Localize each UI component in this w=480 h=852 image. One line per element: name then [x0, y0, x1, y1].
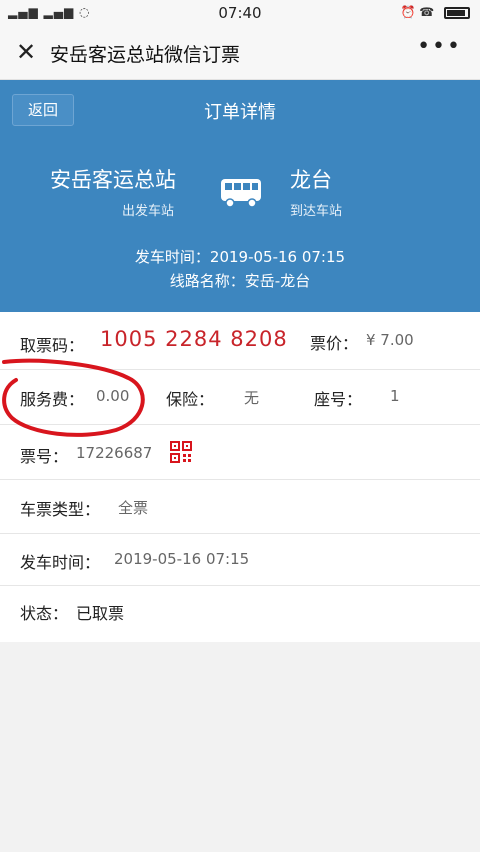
seat-label: 座号：	[314, 390, 363, 409]
arrival-station: 龙台	[290, 168, 332, 192]
status-value: 已取票	[76, 604, 125, 623]
page-title: 安岳客运总站微信订票	[50, 44, 241, 66]
status-row: 状态： 已取票	[0, 586, 480, 642]
insurance-value: 无	[244, 389, 260, 407]
depart-time-label: 发车时间：	[20, 553, 101, 572]
more-icon[interactable]: •••	[417, 34, 462, 59]
header-route-name: 线路名称：安岳-龙台	[169, 272, 311, 290]
status-icons: ⏰ ☎	[400, 5, 470, 19]
departure-station-label: 出发车站	[122, 204, 175, 219]
insurance-label: 保险：	[166, 390, 215, 409]
ticket-type-value: 全票	[118, 499, 149, 517]
ticket-number-label: 票号：	[20, 447, 69, 466]
header-depart-time: 发车时间：2019-05-16 07:15	[134, 248, 346, 266]
price-value: ¥ 7.00	[366, 331, 414, 349]
depart-time-value: 2019-05-16 07:15	[114, 550, 250, 568]
empty-area	[0, 642, 480, 852]
alarm-call-icon: ⏰ ☎	[400, 5, 435, 19]
ticket-number-value: 17226687	[76, 444, 153, 462]
close-icon[interactable]: ✕	[12, 36, 40, 68]
ticket-type-row: 车票类型： 全票	[0, 480, 480, 534]
depart-time-row: 发车时间： 2019-05-16 07:15	[0, 534, 480, 586]
fee-row: 服务费： 0.00 保险： 无 座号： 1	[0, 370, 480, 424]
price-label: 票价：	[310, 334, 359, 353]
order-detail-title: 订单详情	[204, 102, 276, 123]
ticket-code-value: 1005 2284 8208	[100, 327, 288, 351]
service-fee-label: 服务费：	[20, 390, 85, 409]
wechat-title-bar: ✕ 安岳客运总站微信订票 •••	[0, 26, 480, 80]
status-label: 状态：	[20, 604, 69, 623]
bus-icon	[221, 179, 261, 208]
status-bar: ▂▄▆ ▂▄▆ ◌ 07:40 ⏰ ☎	[0, 0, 480, 26]
seat-value: 1	[390, 387, 400, 405]
battery-icon	[444, 6, 470, 19]
qr-code-icon[interactable]	[170, 441, 192, 463]
departure-station: 安岳客运总站	[50, 168, 176, 192]
ticket-code-row: 取票码： 1005 2284 8208 票价： ¥ 7.00	[0, 312, 480, 370]
ticket-type-label: 车票类型：	[20, 500, 101, 519]
ticket-number-row: 票号： 17226687	[0, 424, 480, 480]
ticket-code-label: 取票码：	[20, 336, 85, 355]
order-header: 返回 订单详情 安岳客运总站 出发车站 龙台 到达车站 发车时间：2019-05…	[0, 80, 480, 312]
service-fee-value: 0.00	[96, 387, 130, 405]
ticket-details: 取票码： 1005 2284 8208 票价： ¥ 7.00 服务费： 0.00…	[0, 312, 480, 642]
arrival-station-label: 到达车站	[290, 204, 343, 219]
